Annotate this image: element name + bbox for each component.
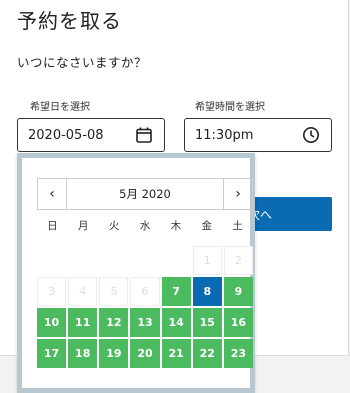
day-cell-available[interactable]: 7 bbox=[161, 277, 191, 306]
date-field-value[interactable]: 2020-05-08 bbox=[18, 128, 132, 143]
weekday-header: 日 月 火 水 木 金 土 bbox=[37, 218, 253, 233]
day-cell-disabled: 1 bbox=[192, 246, 222, 275]
day-cell-available[interactable]: 15 bbox=[192, 308, 222, 337]
day-cell-available[interactable]: 16 bbox=[223, 308, 253, 337]
weekday-label: 木 bbox=[170, 220, 182, 232]
weekday-label: 日 bbox=[47, 220, 58, 232]
calendar-icon[interactable] bbox=[132, 123, 156, 147]
day-cell-available[interactable]: 12 bbox=[99, 308, 129, 337]
day-cell-empty bbox=[130, 246, 159, 275]
day-cell-available[interactable]: 23 bbox=[223, 339, 253, 368]
month-label: 5月 2020 bbox=[119, 187, 171, 201]
date-picker-header: ‹ 5月 2020 › bbox=[37, 178, 253, 210]
day-cell-empty bbox=[99, 246, 128, 275]
day-cell-available[interactable]: 22 bbox=[192, 339, 222, 368]
day-cell-disabled: 4 bbox=[68, 277, 98, 306]
chevron-right-icon: › bbox=[235, 186, 241, 202]
weekday-label: 火 bbox=[108, 220, 120, 232]
day-cell-disabled: 3 bbox=[37, 277, 67, 306]
day-cell-empty bbox=[37, 246, 66, 275]
weekday-label: 月 bbox=[78, 220, 89, 232]
day-cell-available[interactable]: 9 bbox=[223, 277, 253, 306]
time-field-value[interactable]: 11:30pm bbox=[185, 128, 299, 143]
weekday-label: 金 bbox=[201, 220, 212, 232]
day-cell-available[interactable]: 17 bbox=[37, 339, 67, 368]
date-field-label: 希望日を選択 bbox=[30, 102, 90, 113]
day-cell-disabled: 5 bbox=[99, 277, 129, 306]
day-cell-available[interactable]: 21 bbox=[161, 339, 191, 368]
day-cell-available[interactable]: 18 bbox=[68, 339, 98, 368]
next-month-button[interactable]: › bbox=[223, 179, 252, 209]
day-cell-available[interactable]: 11 bbox=[68, 308, 98, 337]
weekday-label: 土 bbox=[232, 220, 243, 232]
date-picker: ‹ 5月 2020 › 日 月 火 水 木 金 土 1 2 3 4 5 6 7 8 9 10 11 1… bbox=[17, 153, 255, 393]
date-field[interactable]: 2020-05-08 bbox=[17, 118, 165, 152]
prev-month-button[interactable]: ‹ bbox=[38, 179, 67, 209]
day-cell-disabled: 6 bbox=[130, 277, 160, 306]
time-field-label: 希望時間を選択 bbox=[195, 102, 265, 113]
day-cell-selected[interactable]: 8 bbox=[192, 277, 222, 306]
day-cell-available[interactable]: 10 bbox=[37, 308, 67, 337]
day-cell-available[interactable]: 14 bbox=[161, 308, 191, 337]
day-cell-available[interactable]: 13 bbox=[130, 308, 160, 337]
clock-icon[interactable] bbox=[299, 123, 323, 147]
day-cell-available[interactable]: 19 bbox=[99, 339, 129, 368]
day-cell-empty bbox=[68, 246, 97, 275]
day-cell-available[interactable]: 20 bbox=[130, 339, 160, 368]
day-cell-disabled: 2 bbox=[223, 246, 253, 275]
day-cell-empty bbox=[162, 246, 191, 275]
day-grid: 1 2 3 4 5 6 7 8 9 10 11 12 13 14 15 16 17 18 19 20 21 22 23 bbox=[37, 246, 253, 368]
page-title: 予約を取る bbox=[17, 9, 122, 33]
chevron-left-icon: ‹ bbox=[49, 186, 55, 202]
question-text: いつになさいますか？ bbox=[17, 55, 148, 70]
weekday-label: 水 bbox=[139, 220, 151, 232]
time-field[interactable]: 11:30pm bbox=[184, 118, 332, 152]
